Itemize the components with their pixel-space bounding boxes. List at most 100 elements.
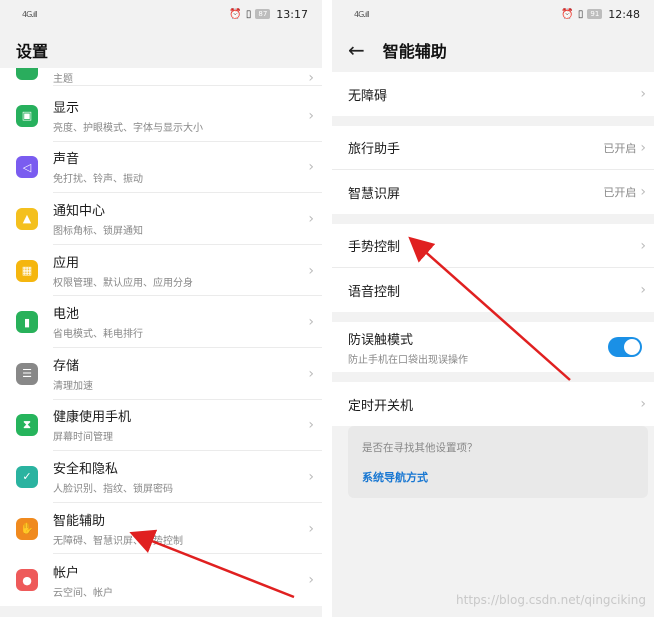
battery-indicator: 87 [255,9,271,19]
item-label: 手势控制 [348,240,401,255]
item-label-wrap: 智慧识屏 [348,183,603,202]
settings-item-subtitle: 云空间、帐户 [53,587,113,599]
alarm-icon: ⏰ [229,8,242,20]
smart-assist-item[interactable]: 智慧识屏 已开启 › [332,170,654,214]
settings-group: 定时开关机 › [332,382,654,426]
settings-item[interactable]: ▲ 通知中心图标角标、锁屏通知 › [0,193,322,245]
signal-icon: 4G.ıll [354,9,369,19]
smart-assist-item[interactable]: 无障碍 › [332,72,654,116]
item-label-wrap: 语音控制 [348,281,640,300]
settings-item-title: 安全和隐私 [53,461,119,477]
settings-group: 防误触模式 防止手机在口袋出现误操作 [332,322,654,372]
item-label: 智慧识屏 [348,186,401,202]
settings-item-subtitle: 清理加速 [53,380,93,392]
settings-item-title: 帐户 [53,565,80,581]
panel-divider [322,0,332,617]
settings-item-subtitle: 免打扰、铃声、振动 [53,174,143,186]
chevron-right-icon: › [640,184,646,200]
smart-assist-item[interactable]: 手势控制 › [332,224,654,268]
chevron-right-icon: › [640,86,646,102]
alarm-icon: ⏰ [561,8,574,20]
smart-assist-item[interactable]: 防误触模式 防止手机在口袋出现误操作 [332,322,654,372]
chevron-right-icon: › [308,107,314,124]
smart-assist-item[interactable]: 旅行助手 已开启 › [332,126,654,170]
toggle-knob [624,339,640,355]
back-arrow-icon[interactable]: ← [348,40,365,60]
settings-item[interactable]: ⧗ 健康使用手机 屏幕时间管理 › [0,400,322,452]
page-title: 设置 [16,42,49,61]
watermark: https://blog.csdn.net/qingciking [456,593,646,607]
settings-group: 旅行助手 已开启 › 智慧识屏 已开启 › [332,126,654,214]
settings-item[interactable]: ▣ 显示亮度、护眼模式、字体与显示大小 › [0,90,322,142]
smart-assist-item[interactable]: 语音控制 › [332,268,654,312]
item-label: 无障碍 [348,88,388,104]
signal-icon: 4G.ıll [22,9,37,19]
chevron-right-icon: › [308,159,314,176]
chevron-right-icon: › [308,468,314,485]
battery-indicator: 91 [587,9,603,19]
settings-item-title: 应用 [53,255,80,271]
chevron-right-icon: › [308,520,314,537]
item-label-wrap: 旅行助手 [348,138,603,157]
chevron-right-icon: › [308,572,314,589]
settings-item-subtitle: 无障碍、智慧识屏、手势控制 [53,535,183,547]
settings-item-subtitle: 权限管理、默认应用、应用分身 [53,277,193,289]
status-bar: 4G.ıll ⏰ ▯ 87 13:17 [0,0,322,28]
status-text: 已开启 [603,141,637,155]
settings-screen: 4G.ıll ⏰ ▯ 87 13:17 设置 主题 › ▣ 显示亮度、护眼模式、字体与… [0,0,322,617]
chevron-right-icon: › [640,282,646,298]
item-label: 定时开关机 [348,398,414,414]
settings-item[interactable]: ● 帐户云空间、帐户 › [0,554,322,606]
chevron-right-icon: › [308,365,314,382]
storage-icon: ☰ [16,362,38,385]
smart-assist-screen: 4G.ıll ⏰ ▯ 91 12:48 ← 智能辅助 无障碍 › 旅行助手 已开启 › 智… [332,0,654,617]
settings-item[interactable]: ▦ 应用权限管理、默认应用、应用分身 › [0,245,322,297]
theme-icon [16,68,38,80]
chevron-right-icon: › [308,210,314,227]
settings-item[interactable]: ▮ 电池 省电模式、耗电排行 › [0,296,322,348]
smart-assist-item[interactable]: 定时开关机 › [332,382,654,426]
status-text: 已开启 [603,186,637,199]
apps-icon: ▦ [16,259,38,282]
account-icon: ● [16,569,38,592]
status-time: 13:17 [276,7,308,21]
status-bar: 4G.ıll ⏰ ▯ 91 12:48 [332,0,654,28]
settings-item-title: 智能辅助 [53,513,106,529]
settings-item-subtitle: 屏幕时间管理 [53,432,113,444]
item-label-wrap: 无障碍 [348,85,640,104]
settings-item-title: 电池 [53,307,80,323]
page-title: 智能辅助 [382,42,447,61]
bell-icon: ▲ [16,207,38,230]
toggle-switch[interactable] [608,337,642,357]
settings-item-subtitle: 人脸识别、指纹、锁屏密码 [53,483,173,495]
chevron-right-icon: › [308,70,314,86]
page-header: ← 智能辅助 [332,28,654,72]
item-label: 旅行助手 [348,142,401,157]
settings-item-subtitle: 主题 [53,74,73,85]
chevron-right-icon: › [640,237,646,254]
settings-item[interactable]: 主题 › [0,68,322,90]
hand-icon: ✋ [16,517,38,540]
settings-item-subtitle: 亮度、护眼模式、字体与显示大小 [53,122,203,134]
display-icon: ▣ [16,104,38,127]
chevron-right-icon: › [308,262,314,279]
settings-item-title: 声音 [53,152,80,168]
settings-item[interactable]: ☰ 存储 清理加速 › [0,348,322,400]
settings-group: 无障碍 › [332,72,654,116]
item-label: 语音控制 [348,284,401,300]
suggestion-card: 是否在寻找其他设置项？ 系统导航方式 [348,426,648,498]
chevron-right-icon: › [308,314,314,331]
settings-item-title: 显示 [53,100,80,116]
settings-item-subtitle: 图标角标、锁屏通知 [53,225,143,237]
shield-icon: ✓ [16,465,38,488]
item-label-wrap: 定时开关机 [348,395,640,414]
settings-item[interactable]: ◁ 声音免打扰、铃声、振动 › [0,142,322,194]
vibrate-icon: ▯ [577,8,584,20]
settings-group: 手势控制 › 语音控制 › [332,224,654,312]
sound-icon: ◁ [16,156,38,179]
vibrate-icon: ▯ [245,8,252,20]
system-navigation-link[interactable]: 系统导航方式 [362,469,648,485]
settings-item[interactable]: ✋ 智能辅助无障碍、智慧识屏、手势控制 › [0,503,322,555]
settings-item-title: 通知中心 [53,203,106,219]
settings-item[interactable]: ✓ 安全和隐私人脸识别、指纹、锁屏密码 › [0,451,322,503]
